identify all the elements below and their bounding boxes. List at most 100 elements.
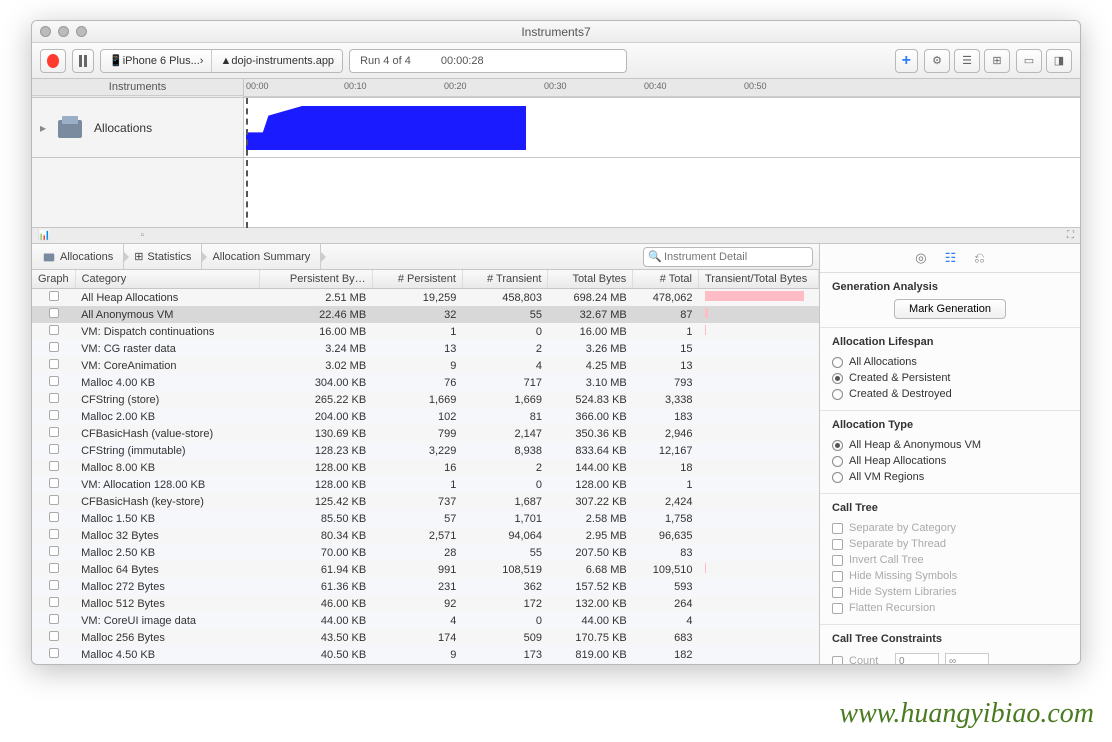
panel-left-button[interactable]: ▭ — [1016, 49, 1042, 73]
row-checkbox[interactable] — [49, 563, 59, 573]
search-field[interactable]: 🔍 — [643, 247, 813, 267]
table-row[interactable]: Malloc 128 Bytes 40.25 KB 322 3,058 422.… — [32, 663, 819, 664]
row-checkbox[interactable] — [49, 597, 59, 607]
cell-bar — [699, 595, 819, 612]
table-row[interactable]: VM: CoreUI image data 44.00 KB 4 0 44.00… — [32, 612, 819, 629]
radio-option[interactable]: All Heap & Anonymous VM — [832, 437, 1068, 453]
radio-option[interactable]: Created & Destroyed — [832, 386, 1068, 402]
titlebar: Instruments7 — [32, 21, 1080, 43]
device-segment[interactable]: 📱 iPhone 6 Plus... › — [101, 50, 212, 72]
playhead[interactable] — [246, 98, 248, 228]
row-checkbox[interactable] — [49, 427, 59, 437]
table-row[interactable]: CFString (store) 265.22 KB 1,669 1,669 5… — [32, 391, 819, 408]
cell-total-bytes: 3.26 MB — [548, 340, 633, 357]
constraint-label: Count — [849, 655, 889, 664]
col-category[interactable]: Category — [75, 270, 259, 289]
inspector-tab-1[interactable]: ◎ — [915, 250, 926, 266]
col-num-transient[interactable]: # Transient — [462, 270, 548, 289]
row-checkbox[interactable] — [49, 546, 59, 556]
table-row[interactable]: All Heap Allocations 2.51 MB 19,259 458,… — [32, 289, 819, 307]
table-row[interactable]: CFBasicHash (value-store) 130.69 KB 799 … — [32, 425, 819, 442]
track-graph[interactable] — [244, 98, 1080, 157]
row-checkbox[interactable] — [49, 461, 59, 471]
zoom-icon[interactable] — [76, 26, 87, 37]
target-selector[interactable]: 📱 iPhone 6 Plus... › ▲ dojo-instruments.… — [100, 49, 343, 73]
table-row[interactable]: VM: Dispatch continuations 16.00 MB 1 0 … — [32, 323, 819, 340]
graph-mode-icon[interactable]: 📊 — [38, 230, 50, 241]
row-checkbox[interactable] — [49, 410, 59, 420]
constraint-min[interactable] — [895, 653, 939, 664]
row-checkbox[interactable] — [49, 495, 59, 505]
search-input[interactable] — [643, 247, 813, 267]
record-button[interactable] — [40, 49, 66, 73]
table-row[interactable]: Malloc 256 Bytes 43.50 KB 174 509 170.75… — [32, 629, 819, 646]
crumb-sub[interactable]: Allocation Summary — [202, 244, 321, 269]
row-checkbox[interactable] — [49, 342, 59, 352]
table-row[interactable]: CFBasicHash (key-store) 125.42 KB 737 1,… — [32, 493, 819, 510]
row-checkbox[interactable] — [49, 393, 59, 403]
table-row[interactable]: VM: CG raster data 3.24 MB 13 2 3.26 MB … — [32, 340, 819, 357]
table-row[interactable]: Malloc 32 Bytes 80.34 KB 2,571 94,064 2.… — [32, 527, 819, 544]
inspector-tab-3[interactable]: ⎌ — [974, 250, 984, 266]
row-checkbox[interactable] — [49, 444, 59, 454]
table-row[interactable]: Malloc 4.00 KB 304.00 KB 76 717 3.10 MB … — [32, 374, 819, 391]
row-checkbox[interactable] — [49, 359, 59, 369]
mark-generation-button[interactable]: Mark Generation — [894, 299, 1006, 319]
expand-icon[interactable]: ⛶ — [1067, 230, 1074, 241]
col-persistent-bytes[interactable]: Persistent By… — [259, 270, 372, 289]
row-checkbox[interactable] — [49, 529, 59, 539]
minimize-icon[interactable] — [58, 26, 69, 37]
table-row[interactable]: Malloc 2.00 KB 204.00 KB 102 81 366.00 K… — [32, 408, 819, 425]
app-segment[interactable]: ▲ dojo-instruments.app — [212, 50, 342, 72]
table-row[interactable]: All Anonymous VM 22.46 MB 32 55 32.67 MB… — [32, 306, 819, 323]
allocation-table[interactable]: Graph Category Persistent By… # Persiste… — [32, 270, 819, 664]
row-checkbox[interactable] — [49, 631, 59, 641]
panel-right-button[interactable]: ◨ — [1046, 49, 1072, 73]
radio-option[interactable]: Created & Persistent — [832, 370, 1068, 386]
radio-option[interactable]: All VM Regions — [832, 469, 1068, 485]
crumb-root[interactable]: Allocations — [32, 244, 124, 269]
col-num-total[interactable]: # Total — [633, 270, 699, 289]
strategy-button[interactable]: ⚙ — [924, 49, 950, 73]
table-row[interactable]: Malloc 512 Bytes 46.00 KB 92 172 132.00 … — [32, 595, 819, 612]
table-row[interactable]: Malloc 64 Bytes 61.94 KB 991 108,519 6.6… — [32, 561, 819, 578]
table-row[interactable]: VM: Allocation 128.00 KB 128.00 KB 1 0 1… — [32, 476, 819, 493]
row-checkbox[interactable] — [49, 614, 59, 624]
col-bar[interactable]: Transient/Total Bytes — [699, 270, 819, 289]
col-total-bytes[interactable]: Total Bytes — [548, 270, 633, 289]
timeline-ruler[interactable]: 00:00 00:10 00:20 00:30 00:40 00:50 — [244, 79, 1080, 97]
row-checkbox[interactable] — [49, 478, 59, 488]
add-instrument-button[interactable]: + — [895, 49, 918, 73]
crumb-view[interactable]: ⊞ Statistics — [124, 244, 202, 269]
table-row[interactable]: VM: CoreAnimation 3.02 MB 9 4 4.25 MB 13 — [32, 357, 819, 374]
pin-icon[interactable]: ▫ — [140, 230, 144, 241]
table-row[interactable]: Malloc 1.50 KB 85.50 KB 57 1,701 2.58 MB… — [32, 510, 819, 527]
disclosure-icon[interactable]: ▸ — [40, 121, 46, 135]
table-row[interactable]: Malloc 2.50 KB 70.00 KB 28 55 207.50 KB … — [32, 544, 819, 561]
close-icon[interactable] — [40, 26, 51, 37]
table-row[interactable]: Malloc 272 Bytes 61.36 KB 231 362 157.52… — [32, 578, 819, 595]
row-checkbox[interactable] — [49, 580, 59, 590]
row-checkbox[interactable] — [49, 512, 59, 522]
constraint-max[interactable] — [945, 653, 989, 664]
allocations-track[interactable]: ▸ Allocations — [32, 98, 1080, 158]
col-num-persistent[interactable]: # Persistent — [372, 270, 462, 289]
radio-option[interactable]: All Heap Allocations — [832, 453, 1068, 469]
row-checkbox[interactable] — [49, 308, 59, 318]
row-checkbox[interactable] — [49, 376, 59, 386]
cell-num-transient: 94,064 — [462, 527, 548, 544]
table-row[interactable]: Malloc 4.50 KB 40.50 KB 9 173 819.00 KB … — [32, 646, 819, 663]
view-list-button[interactable]: ☰ — [954, 49, 980, 73]
table-row[interactable]: Malloc 8.00 KB 128.00 KB 16 2 144.00 KB … — [32, 459, 819, 476]
cell-persistent-bytes: 85.50 KB — [259, 510, 372, 527]
row-checkbox[interactable] — [49, 648, 59, 658]
track-label[interactable]: ▸ Allocations — [32, 98, 244, 157]
row-checkbox[interactable] — [49, 325, 59, 335]
inspector-tab-2[interactable]: ☷ — [945, 250, 957, 266]
pause-button[interactable] — [72, 49, 94, 73]
col-graph[interactable]: Graph — [32, 270, 75, 289]
row-checkbox[interactable] — [49, 291, 59, 301]
view-grid-button[interactable]: ⊞ — [984, 49, 1010, 73]
radio-option[interactable]: All Allocations — [832, 354, 1068, 370]
table-row[interactable]: CFString (immutable) 128.23 KB 3,229 8,9… — [32, 442, 819, 459]
